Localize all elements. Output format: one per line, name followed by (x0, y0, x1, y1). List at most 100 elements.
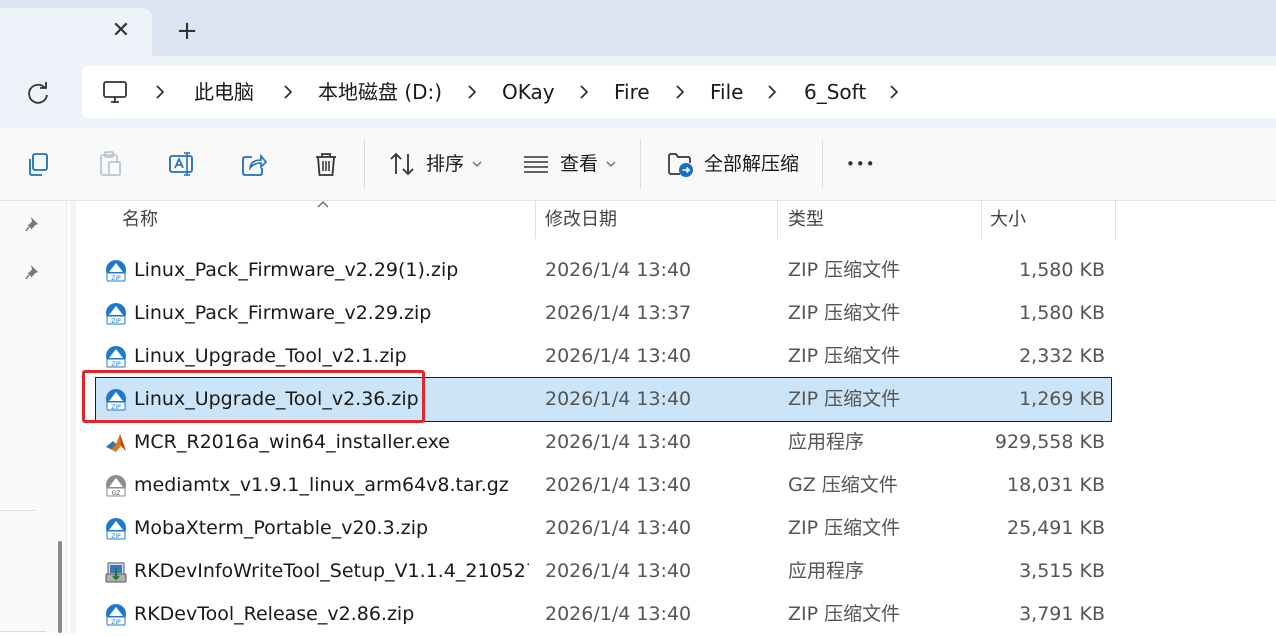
zip-icon: ZIP (104, 302, 128, 326)
file-row[interactable]: ZIP Linux_Pack_Firmware_v2.29(1).zip 2026/… (96, 249, 1111, 292)
toolbar-divider (640, 140, 641, 188)
chevron-down-icon (472, 161, 482, 167)
column-divider[interactable] (777, 201, 778, 239)
more-options-button[interactable]: ••• (846, 128, 876, 200)
file-type: ZIP 压缩文件 (788, 302, 901, 324)
column-header-size[interactable]: 大小 (990, 201, 1026, 239)
file-row[interactable]: GZ mediamtx_v1.9.1_linux_arm64v8.tar.gz 20… (96, 464, 1111, 507)
extract-all-label: 全部解压缩 (704, 153, 800, 175)
file-type: ZIP 压缩文件 (788, 345, 901, 367)
pin-icon[interactable] (24, 263, 42, 281)
file-name: RKDevTool_Release_v2.86.zip (134, 603, 415, 625)
column-divider[interactable] (1115, 201, 1116, 239)
svg-text:ZIP: ZIP (111, 361, 121, 368)
file-type: 应用程序 (788, 431, 865, 453)
chevron-right-icon[interactable] (574, 66, 594, 118)
file-size: 3,515 KB (1019, 560, 1105, 582)
zip-icon: ZIP (104, 345, 128, 369)
file-row[interactable]: MCR_R2016a_win64_installer.exe 2026/1/4 1… (96, 421, 1111, 464)
svg-text:ZIP: ZIP (111, 619, 121, 626)
breadcrumb-this-pc[interactable]: 此电脑 (194, 66, 254, 118)
extract-folder-icon (668, 153, 693, 177)
file-row[interactable]: ZIP RKDevTool_Release_v2.86.zip 2026/1/4 1… (96, 593, 1111, 636)
address-bar[interactable]: 此电脑 本地磁盘 (D:) OKay Fire File 6_Soft (82, 66, 1276, 118)
column-header-type[interactable]: 类型 (788, 201, 824, 239)
file-size: 18,031 KB (1006, 474, 1105, 496)
file-size: 1,269 KB (1019, 388, 1105, 410)
column-divider[interactable] (535, 201, 536, 239)
file-name: Linux_Pack_Firmware_v2.29(1).zip (134, 259, 459, 281)
matlab-icon (104, 431, 128, 455)
command-bar: 排序 查看 全部解压缩 ••• (0, 128, 1276, 201)
gz-icon: GZ (104, 474, 128, 498)
annotation-highlight-box (82, 370, 425, 423)
chevron-right-icon[interactable] (884, 66, 904, 118)
chevron-right-icon[interactable] (150, 66, 170, 118)
file-type: GZ 压缩文件 (788, 474, 898, 496)
column-header-date[interactable]: 修改日期 (545, 201, 617, 239)
svg-text:ZIP: ZIP (111, 533, 121, 540)
copy-icon[interactable] (24, 150, 52, 178)
file-size: 3,791 KB (1019, 603, 1105, 625)
sort-ascending-icon (317, 201, 329, 208)
svg-text:GZ: GZ (112, 490, 121, 497)
file-date-modified: 2026/1/4 13:40 (545, 517, 692, 539)
delete-icon[interactable] (312, 150, 340, 178)
tab-strip: ✕ + (0, 0, 1276, 56)
tab-active[interactable]: ✕ (0, 8, 152, 56)
breadcrumb-file[interactable]: File (710, 66, 743, 118)
zip-icon: ZIP (104, 603, 128, 627)
file-date-modified: 2026/1/4 13:40 (545, 259, 692, 281)
column-divider[interactable] (981, 201, 982, 239)
column-header-name[interactable]: 名称 (122, 201, 158, 239)
file-type: ZIP 压缩文件 (788, 603, 901, 625)
nav-scrollbar[interactable] (58, 541, 62, 633)
file-date-modified: 2026/1/4 13:40 (545, 603, 692, 625)
breadcrumb-fire[interactable]: Fire (614, 66, 650, 118)
sort-icon (390, 152, 414, 176)
new-tab-button[interactable]: + (174, 18, 200, 44)
file-name: mediamtx_v1.9.1_linux_arm64v8.tar.gz (134, 474, 509, 496)
pin-icon[interactable] (24, 215, 42, 233)
file-row[interactable]: ZIP Linux_Pack_Firmware_v2.29.zip 2026/1/4… (96, 292, 1111, 335)
breadcrumb-drive-d[interactable]: 本地磁盘 (D:) (318, 66, 442, 118)
file-name: Linux_Pack_Firmware_v2.29.zip (134, 302, 432, 324)
paste-icon[interactable] (96, 150, 124, 178)
file-date-modified: 2026/1/4 13:40 (545, 431, 692, 453)
nav-divider (0, 631, 46, 632)
file-size: 25,491 KB (1006, 517, 1105, 539)
share-icon[interactable] (240, 150, 268, 178)
pane-divider[interactable] (66, 201, 67, 633)
chevron-right-icon[interactable] (462, 66, 482, 118)
nav-divider (0, 510, 36, 511)
breadcrumb-6-soft[interactable]: 6_Soft (804, 66, 866, 118)
svg-text:ZIP: ZIP (111, 275, 121, 282)
toolbar-divider (822, 140, 823, 188)
chevron-right-icon[interactable] (762, 66, 782, 118)
refresh-icon[interactable] (24, 80, 52, 108)
file-date-modified: 2026/1/4 13:40 (545, 345, 692, 367)
view-label: 查看 (560, 153, 599, 175)
zip-icon: ZIP (104, 259, 128, 283)
file-type: 应用程序 (788, 560, 865, 582)
this-pc-icon[interactable] (102, 79, 128, 105)
chevron-right-icon[interactable] (670, 66, 690, 118)
installer-icon (104, 560, 128, 584)
view-list-icon (524, 156, 548, 173)
file-date-modified: 2026/1/4 13:40 (545, 560, 692, 582)
rename-icon[interactable] (168, 150, 196, 178)
file-name: MobaXterm_Portable_v20.3.zip (134, 517, 429, 539)
file-row[interactable]: ZIP MobaXterm_Portable_v20.3.zip 2026/1/4 … (96, 507, 1111, 550)
chevron-down-icon (606, 161, 616, 167)
close-tab-icon[interactable]: ✕ (108, 18, 134, 44)
chevron-right-icon[interactable] (278, 66, 298, 118)
breadcrumb-okay[interactable]: OKay (502, 66, 555, 118)
file-size: 1,580 KB (1019, 259, 1105, 281)
file-type: ZIP 压缩文件 (788, 259, 901, 281)
file-row[interactable]: RKDevInfoWriteTool_Setup_V1.1.4_210527..… (96, 550, 1111, 593)
file-type: ZIP 压缩文件 (788, 388, 901, 410)
toolbar-divider (364, 140, 365, 188)
file-name: MCR_R2016a_win64_installer.exe (134, 431, 450, 453)
file-size: 929,558 KB (994, 431, 1105, 453)
svg-text:ZIP: ZIP (111, 318, 121, 325)
